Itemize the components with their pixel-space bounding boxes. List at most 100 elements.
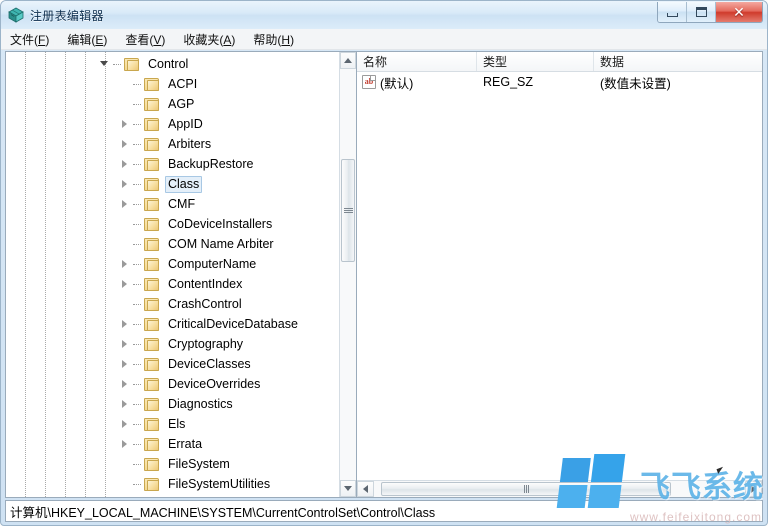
- column-header-name-label: 名称: [363, 53, 387, 70]
- tree-spacer: [118, 94, 133, 114]
- scroll-left-button[interactable]: [357, 481, 374, 497]
- tree-item-class[interactable]: Class: [6, 174, 339, 194]
- tree-item-filesystem[interactable]: FileSystem: [6, 454, 339, 474]
- values-row-list[interactable]: ab (默认) REG_SZ (数值未设置): [357, 72, 762, 480]
- h-scroll-track[interactable]: [374, 481, 745, 497]
- values-column-header: 名称 类型 数据: [357, 52, 762, 72]
- expand-arrow-icon[interactable]: [118, 274, 133, 294]
- column-header-data[interactable]: 数据: [594, 52, 762, 71]
- tree-item-acpi[interactable]: ACPI: [6, 74, 339, 94]
- menu-item-edit-label: 编辑(: [67, 33, 95, 47]
- folder-icon: [144, 278, 160, 291]
- tree-connector: [133, 194, 144, 214]
- scroll-track[interactable]: [340, 69, 356, 480]
- grip-icon: [524, 485, 529, 493]
- tree-connector: [113, 54, 124, 74]
- expand-arrow-icon[interactable]: [118, 334, 133, 354]
- string-value-icon: ab: [362, 75, 376, 89]
- tree-item-crashcontrol[interactable]: CrashControl: [6, 294, 339, 314]
- maximize-button[interactable]: [687, 2, 716, 22]
- tree-item-agp[interactable]: AGP: [6, 94, 339, 114]
- values-horizontal-scrollbar[interactable]: [357, 480, 762, 497]
- tree-item-contentindex[interactable]: ContentIndex: [6, 274, 339, 294]
- tree-connector: [133, 154, 144, 174]
- expand-arrow-icon[interactable]: [118, 114, 133, 134]
- tree-item-els[interactable]: Els: [6, 414, 339, 434]
- menu-item-edit-tail: ): [103, 33, 107, 47]
- expand-arrow-icon[interactable]: [118, 194, 133, 214]
- tree-item-errata[interactable]: Errata: [6, 434, 339, 454]
- tree-item-codeviceinstallers[interactable]: CoDeviceInstallers: [6, 214, 339, 234]
- expand-arrow-icon[interactable]: [118, 354, 133, 374]
- folder-icon: [144, 338, 160, 351]
- close-button[interactable]: ✕: [716, 2, 762, 22]
- collapse-arrow-icon[interactable]: [98, 54, 113, 74]
- close-icon: ✕: [733, 5, 745, 19]
- registry-editor-window: 注册表编辑器 ✕ 文件(F) 编辑(E) 查看(V) 收藏夹(A) 帮助(H): [0, 0, 768, 526]
- h-scroll-thumb[interactable]: [381, 482, 670, 496]
- scroll-up-button[interactable]: [340, 52, 356, 69]
- expand-arrow-icon[interactable]: [118, 174, 133, 194]
- expand-arrow-icon[interactable]: [118, 254, 133, 274]
- folder-icon: [144, 198, 160, 211]
- tree-connector: [133, 394, 144, 414]
- expand-arrow-icon[interactable]: [118, 394, 133, 414]
- tree-connector: [133, 374, 144, 394]
- tree-item-deviceclasses[interactable]: DeviceClasses: [6, 354, 339, 374]
- tree-item-filesystemutilities[interactable]: FileSystemUtilities: [6, 474, 339, 494]
- expand-arrow-icon[interactable]: [118, 374, 133, 394]
- desktop-backdrop: 注册表编辑器 ✕ 文件(F) 编辑(E) 查看(V) 收藏夹(A) 帮助(H): [0, 0, 768, 526]
- menu-bar: 文件(F) 编辑(E) 查看(V) 收藏夹(A) 帮助(H): [1, 29, 767, 50]
- tree-item-control[interactable]: Control: [6, 54, 339, 74]
- tree-item-diagnostics[interactable]: Diagnostics: [6, 394, 339, 414]
- expand-arrow-icon[interactable]: [118, 414, 133, 434]
- table-row[interactable]: ab (默认) REG_SZ (数值未设置): [357, 72, 762, 92]
- tree-spacer: [118, 214, 133, 234]
- menu-item-favorites[interactable]: 收藏夹(A): [183, 30, 243, 49]
- tree-connector: [133, 114, 144, 134]
- column-header-type[interactable]: 类型: [477, 52, 594, 71]
- tree-item-deviceoverrides[interactable]: DeviceOverrides: [6, 374, 339, 394]
- minimize-button[interactable]: [658, 2, 687, 22]
- folder-icon: [144, 158, 160, 171]
- menu-item-file[interactable]: 文件(F): [10, 30, 57, 49]
- tree-connector: [133, 274, 144, 294]
- expand-arrow-icon[interactable]: [118, 314, 133, 334]
- tree-item-backuprestore[interactable]: BackupRestore: [6, 154, 339, 174]
- folder-icon: [144, 218, 160, 231]
- registry-tree-scroll-area[interactable]: ControlACPI AGPAppIDArbitersBackupRestore…: [6, 52, 339, 497]
- tree-item-arbiters[interactable]: Arbiters: [6, 134, 339, 154]
- scroll-thumb[interactable]: [341, 159, 355, 262]
- value-type-cell: REG_SZ: [477, 75, 594, 89]
- tree-connector: [133, 434, 144, 454]
- tree-item-label: Errata: [165, 436, 205, 453]
- tree-item-appid[interactable]: AppID: [6, 114, 339, 134]
- folder-icon: [144, 238, 160, 251]
- folder-icon: [144, 78, 160, 91]
- tree-item-label: AGP: [165, 96, 197, 113]
- scroll-right-button[interactable]: [745, 481, 762, 497]
- menu-item-help-tail: ): [290, 33, 294, 47]
- tree-item-com-name-arbiter[interactable]: COM Name Arbiter: [6, 234, 339, 254]
- tree-item-cmf[interactable]: CMF: [6, 194, 339, 214]
- tree-vertical-scrollbar[interactable]: [339, 52, 356, 497]
- tree-connector: [133, 354, 144, 374]
- tree-item-cryptography[interactable]: Cryptography: [6, 334, 339, 354]
- scroll-down-button[interactable]: [340, 480, 356, 497]
- tree-item-criticaldevicedatabase[interactable]: CriticalDeviceDatabase: [6, 314, 339, 334]
- expand-arrow-icon[interactable]: [118, 134, 133, 154]
- expand-arrow-icon[interactable]: [118, 434, 133, 454]
- menu-item-view[interactable]: 查看(V): [125, 30, 173, 49]
- menu-item-help[interactable]: 帮助(H): [253, 30, 302, 49]
- tree-connector: [133, 454, 144, 474]
- tree-item-computername[interactable]: ComputerName: [6, 254, 339, 274]
- folder-icon: [144, 438, 160, 451]
- folder-icon: [144, 478, 160, 491]
- folder-icon: [144, 258, 160, 271]
- menu-item-file-tail: ): [45, 33, 49, 47]
- registry-editor-icon: [7, 6, 25, 24]
- grip-icon: [344, 208, 353, 213]
- expand-arrow-icon[interactable]: [118, 154, 133, 174]
- menu-item-edit[interactable]: 编辑(E): [67, 30, 115, 49]
- column-header-name[interactable]: 名称: [357, 52, 477, 71]
